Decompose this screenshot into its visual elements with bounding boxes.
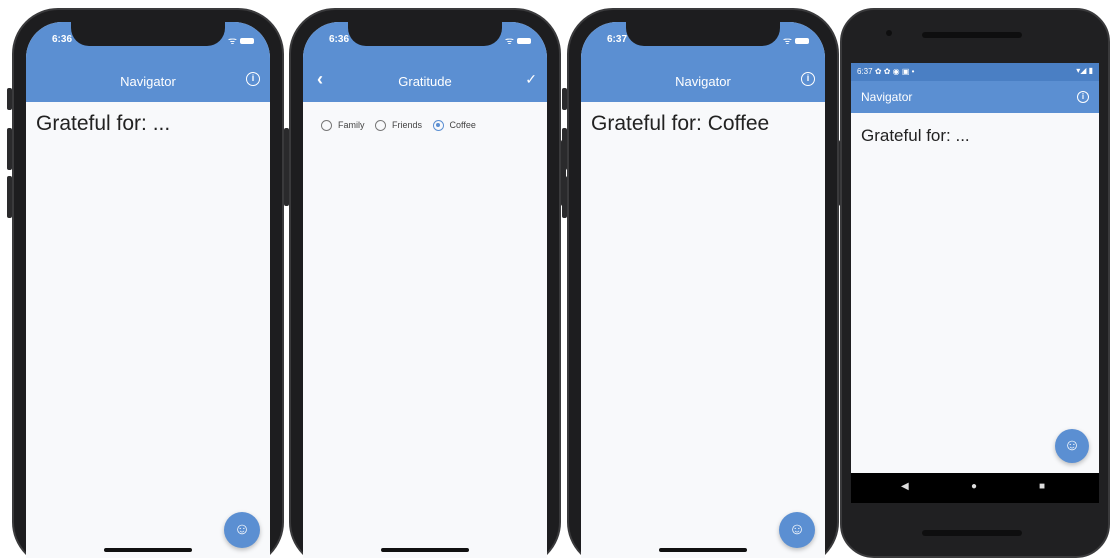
status-icons: ᯤ xyxy=(505,33,531,47)
emoji-fab-button[interactable]: ☺ xyxy=(224,512,260,548)
home-indicator[interactable] xyxy=(104,548,192,552)
screen-home-1: 6:36 ᯤ Navigator i Grateful for: ... ☺ xyxy=(26,22,270,558)
info-icon[interactable]: i xyxy=(801,72,815,86)
status-time: 6:37 xyxy=(857,67,873,76)
iphone-frame-3: 6:37 ᯤ Navigator i Grateful for: Coffee … xyxy=(562,8,844,558)
battery-icon xyxy=(240,38,254,45)
grateful-text: Grateful for: ... xyxy=(861,126,970,145)
notch xyxy=(626,22,780,46)
volume-up-button xyxy=(284,128,289,170)
emoji-fab-button[interactable]: ☺ xyxy=(1055,429,1089,463)
wifi-icon: ᯤ xyxy=(782,36,792,47)
emoji-fab-button[interactable]: ☺ xyxy=(779,512,815,548)
status-time: 6:36 xyxy=(52,34,73,45)
app-bar: 6:37 ᯤ Navigator i xyxy=(581,22,825,102)
app-title: Navigator xyxy=(120,74,176,89)
app-title: Navigator xyxy=(861,90,913,104)
grateful-text: Grateful for: Coffee xyxy=(591,112,770,135)
status-bar: 6:37 ✿ ✿ ◉ ▣ • ▾◢ ▮ xyxy=(851,63,1099,81)
radio-family[interactable]: Family xyxy=(321,120,365,132)
radio-coffee[interactable]: Coffee xyxy=(432,120,476,132)
wifi-icon: ᯤ xyxy=(504,36,514,47)
status-icons: ᯤ xyxy=(228,33,254,47)
volume-down-button xyxy=(7,176,12,218)
gratitude-options: Family Friends Coffee xyxy=(321,120,484,132)
volume-up-button xyxy=(7,128,12,170)
iphone-frame-2: 6:36 ᯤ ‹ Gratitude ✓ Family Friends Coff… xyxy=(284,8,566,558)
android-frame: 6:37 ✿ ✿ ◉ ▣ • ▾◢ ▮ Navigator i Grateful… xyxy=(840,8,1110,558)
notch xyxy=(71,22,225,46)
screen-android-home: 6:37 ✿ ✿ ◉ ▣ • ▾◢ ▮ Navigator i Grateful… xyxy=(851,63,1099,503)
android-nav-bar: ◀ ● ■ xyxy=(851,473,1099,503)
screen-gratitude: 6:36 ᯤ ‹ Gratitude ✓ Family Friends Coff… xyxy=(303,22,547,558)
mute-switch xyxy=(562,88,567,110)
home-indicator[interactable] xyxy=(659,548,747,552)
app-bar: 6:36 ᯤ ‹ Gratitude ✓ xyxy=(303,22,547,102)
app-title: Gratitude xyxy=(398,74,452,89)
nav-recent-button[interactable]: ■ xyxy=(1039,481,1045,492)
radio-circle[interactable] xyxy=(321,120,332,132)
grateful-text: Grateful for: ... xyxy=(36,112,171,135)
battery-icon xyxy=(795,38,809,45)
check-icon[interactable]: ✓ xyxy=(525,71,537,88)
signal-battery-icons: ▾◢ ▮ xyxy=(1076,66,1093,75)
volume-down-button xyxy=(562,176,567,218)
nav-back-button[interactable]: ◀ xyxy=(901,481,909,492)
screen-home-3: 6:37 ᯤ Navigator i Grateful for: Coffee … xyxy=(581,22,825,558)
notch xyxy=(348,22,502,46)
status-icons: ᯤ xyxy=(783,33,809,47)
radio-label: Coffee xyxy=(449,120,476,130)
info-icon[interactable]: i xyxy=(1077,91,1089,103)
bottom-speaker xyxy=(922,530,1022,536)
nav-home-button[interactable]: ● xyxy=(971,481,977,492)
home-indicator[interactable] xyxy=(381,548,469,552)
wifi-icon: ᯤ xyxy=(227,36,237,47)
info-icon[interactable]: i xyxy=(246,72,260,86)
radio-label: Family xyxy=(338,120,365,130)
notification-icons: ✿ ✿ ◉ ▣ • xyxy=(874,67,915,76)
radio-circle[interactable] xyxy=(375,120,387,132)
radio-label: Friends xyxy=(392,120,423,130)
iphone-frame-1: 6:36 ᯤ Navigator i Grateful for: ... ☺ xyxy=(7,8,289,558)
battery-icon xyxy=(517,38,531,45)
top-speaker xyxy=(922,32,1022,38)
app-bar: 6:36 ᯤ Navigator i xyxy=(26,22,270,102)
volume-up-button xyxy=(562,128,567,170)
front-camera xyxy=(886,30,892,36)
app-title: Navigator xyxy=(675,74,731,89)
status-time: 6:36 xyxy=(329,34,350,45)
status-time: 6:37 xyxy=(607,34,628,45)
app-bar: Navigator i xyxy=(851,81,1099,113)
mute-switch xyxy=(7,88,12,110)
radio-friends[interactable]: Friends xyxy=(375,120,423,132)
radio-circle[interactable] xyxy=(432,120,444,132)
